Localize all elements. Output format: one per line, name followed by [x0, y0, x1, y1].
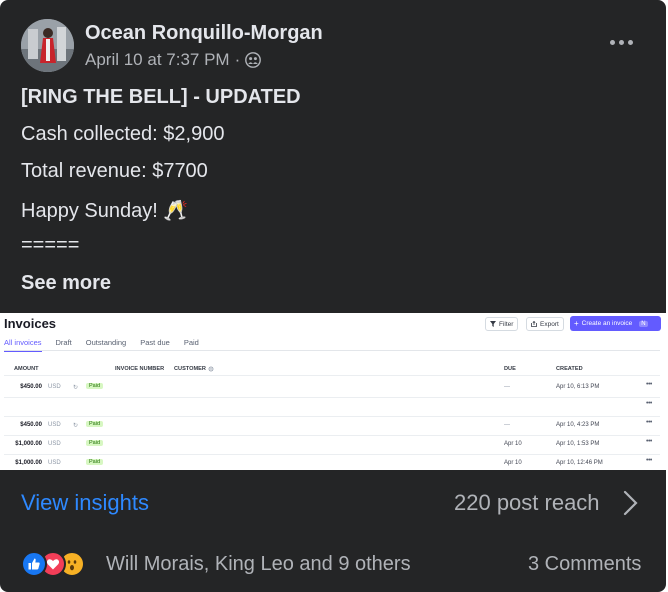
create-invoice-label: Create an invoice [581, 320, 633, 327]
table-row: $450.00 USD ↻ Paid — Apr 10, 6:13 PM ••• [0, 379, 666, 397]
status-badge: Paid [86, 421, 104, 427]
invoices-title: Invoices [4, 316, 57, 331]
row-created: Apr 10, 12:46 PM [556, 460, 603, 466]
author-avatar[interactable] [21, 19, 74, 72]
post-line-revenue: Total revenue: $7700 [21, 160, 208, 182]
meta-separator: · [234, 50, 241, 69]
row-created: Apr 10, 1:53 PM [556, 441, 600, 447]
status-badge: Paid [86, 459, 104, 465]
export-button: Export [526, 317, 564, 331]
status-badge: Paid [86, 383, 104, 389]
table-row: ••• [0, 398, 666, 416]
attached-screenshot[interactable]: Invoices Filter Export + Create an invoi… [0, 313, 666, 470]
row-amount: $1,000.00 [15, 460, 42, 466]
post-card: Ocean Ronquillo-Morgan April 10 at 7:37 … [0, 0, 666, 592]
export-label: Export [540, 320, 559, 328]
like-icon [21, 551, 47, 577]
post-line-greeting: Happy Sunday! 🥂 [21, 200, 189, 222]
row-due: — [504, 422, 510, 428]
settings-icon [208, 366, 214, 372]
row-currency: USD [48, 441, 61, 447]
status-badge: Paid [86, 440, 104, 446]
post-reach[interactable]: 220 post reach [454, 490, 600, 516]
filter-icon [490, 321, 496, 327]
row-due: Apr 10 [504, 460, 522, 466]
col-customer: CUSTOMER [174, 366, 214, 372]
col-amount: AMOUNT [14, 366, 39, 372]
table-row: $1,000.00 USD Paid Apr 10 Apr 10, 12:46 … [0, 455, 666, 470]
row-amount: $450.00 [20, 384, 42, 390]
friends-icon[interactable] [245, 52, 262, 68]
row-more-icon: ••• [646, 419, 652, 426]
chevron-right-icon[interactable] [620, 489, 642, 522]
col-customer-label: CUSTOMER [174, 366, 206, 372]
view-insights-link[interactable]: View insights [21, 490, 149, 516]
more-options-icon[interactable] [604, 28, 638, 56]
row-more-icon: ••• [646, 400, 652, 407]
post-line-cash: Cash collected: $2,900 [21, 123, 225, 145]
see-more-link[interactable]: See more [21, 272, 111, 295]
comments-count[interactable]: 3 Comments [528, 553, 641, 576]
shortcut-badge: N [639, 320, 648, 327]
row-currency: USD [48, 460, 61, 466]
row-more-icon: ••• [646, 381, 652, 388]
export-icon [531, 321, 537, 327]
table-row: $1,000.00 USD Paid Apr 10 Apr 10, 1:53 P… [0, 436, 666, 454]
row-currency: USD [48, 422, 61, 428]
row-created: Apr 10, 4:23 PM [556, 422, 600, 428]
post-date[interactable]: April 10 at 7:37 PM [85, 50, 230, 70]
recurring-icon: ↻ [73, 423, 79, 429]
table-row: $450.00 USD ↻ Paid — Apr 10, 4:23 PM ••• [0, 417, 666, 435]
tab-divider [4, 350, 660, 351]
post-line-heading: [RING THE BELL] - UPDATED [21, 86, 301, 108]
row-currency: USD [48, 384, 61, 390]
col-due: DUE [504, 366, 516, 372]
row-amount: $1,000.00 [15, 441, 42, 447]
row-more-icon: ••• [646, 457, 652, 464]
filter-button: Filter [485, 317, 519, 331]
row-due: — [504, 384, 510, 390]
plus-icon: + [574, 319, 579, 328]
reaction-names[interactable]: Will Morais, King Leo and 9 others [106, 553, 411, 576]
reaction-icons[interactable] [21, 551, 85, 577]
header-divider [4, 375, 660, 376]
row-created: Apr 10, 6:13 PM [556, 384, 600, 390]
row-amount: $450.00 [20, 422, 42, 428]
col-created: CREATED [556, 366, 583, 372]
col-invoice-number: INVOICE NUMBER [115, 366, 165, 372]
recurring-icon: ↻ [73, 385, 79, 391]
row-more-icon: ••• [646, 438, 652, 445]
row-due: Apr 10 [504, 441, 522, 447]
create-invoice-button: + Create an invoice N [570, 316, 661, 331]
post-meta: April 10 at 7:37 PM · [85, 50, 262, 70]
author-name[interactable]: Ocean Ronquillo-Morgan [85, 22, 323, 45]
post-line-divider: ===== [21, 234, 80, 256]
filter-label: Filter [499, 320, 514, 328]
